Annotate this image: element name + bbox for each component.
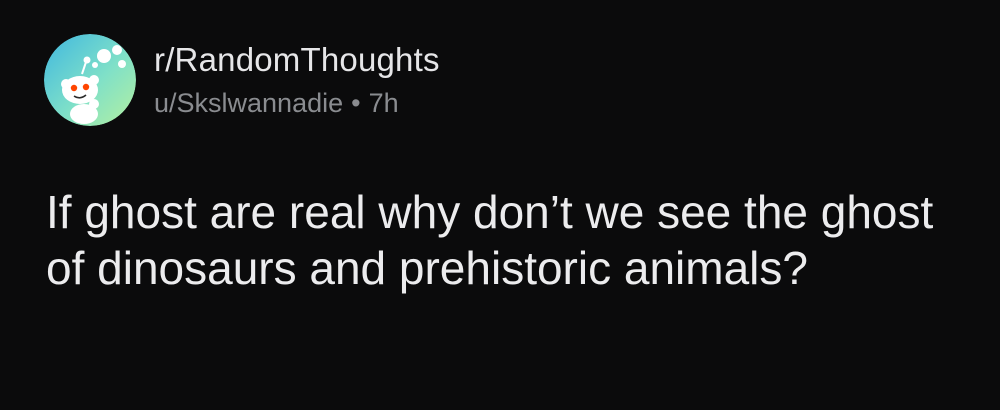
reddit-snoo-thinking-icon	[44, 34, 136, 126]
subreddit-name[interactable]: r/RandomThoughts	[154, 40, 440, 80]
separator-dot: •	[351, 88, 361, 118]
post-meta: r/RandomThoughts u/Skslwannadie • 7h	[154, 40, 440, 120]
post-byline: u/Skslwannadie • 7h	[154, 86, 440, 120]
post-age: 7h	[368, 88, 399, 118]
author-name[interactable]: u/Skslwannadie	[154, 86, 343, 120]
post-card[interactable]: r/RandomThoughts u/Skslwannadie • 7h If …	[0, 0, 1000, 410]
subreddit-avatar[interactable]	[44, 34, 136, 126]
post-header: r/RandomThoughts u/Skslwannadie • 7h	[44, 34, 440, 126]
post-title[interactable]: If ghost are real why don’t we see the g…	[46, 184, 946, 296]
